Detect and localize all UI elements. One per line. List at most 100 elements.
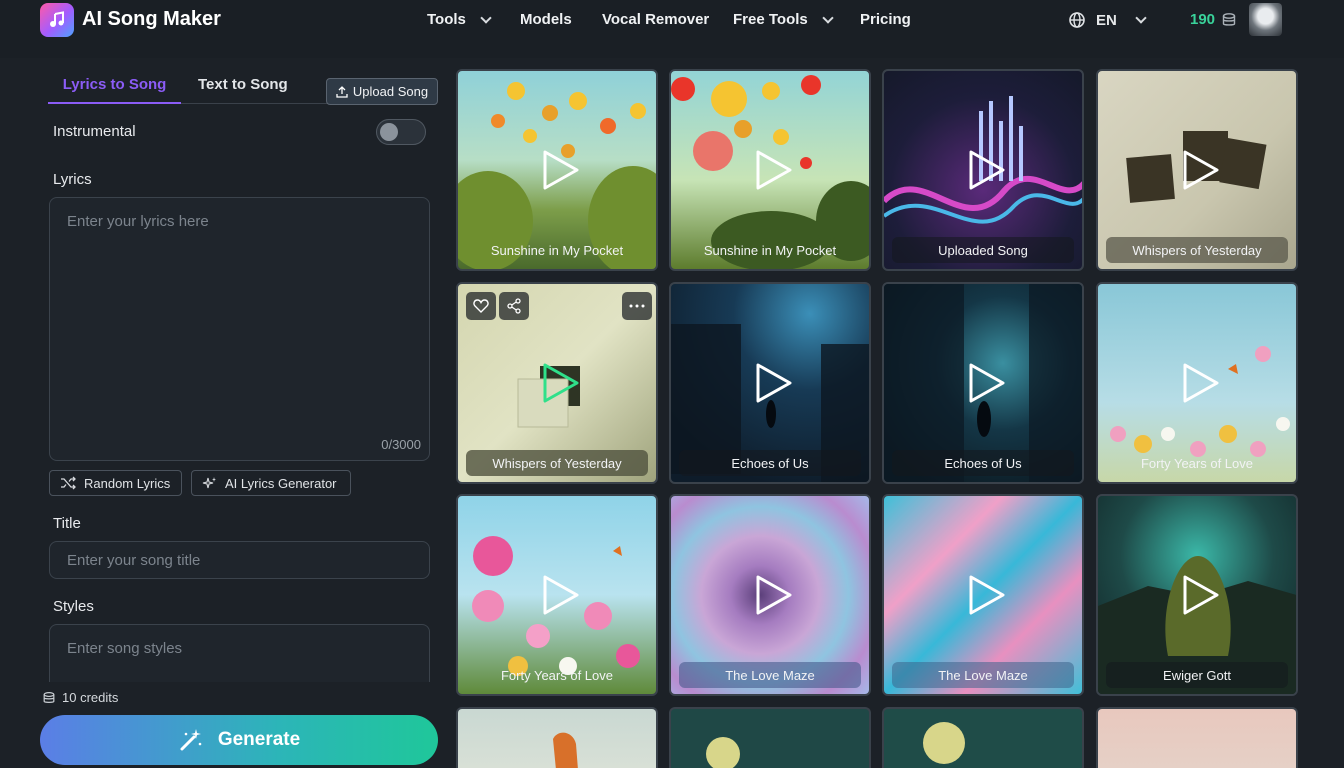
sparkle-icon [202, 476, 217, 491]
share-button[interactable] [499, 292, 529, 320]
ai-lyrics-generator-button[interactable]: AI Lyrics Generator [191, 470, 351, 496]
heart-icon [473, 298, 489, 314]
chevron-down-icon [480, 12, 491, 23]
song-title: Ewiger Gott [1106, 662, 1288, 688]
song-card[interactable] [669, 707, 871, 768]
mode-tabs: Lyrics to Song Text to Song Upload Song [48, 68, 430, 104]
nav-free-tools[interactable]: Free Tools [733, 11, 832, 28]
song-title: The Love Maze [892, 662, 1074, 688]
chevron-down-icon [1135, 12, 1146, 23]
play-icon[interactable] [1181, 575, 1221, 615]
styles-placeholder: Enter song styles [67, 640, 182, 657]
nav-tools[interactable]: Tools [427, 11, 490, 28]
song-card[interactable]: Sunshine in My Pocket [456, 69, 658, 271]
magic-wand-icon [178, 727, 204, 753]
nav-vocal-remover[interactable]: Vocal Remover [602, 11, 709, 28]
play-icon[interactable] [967, 150, 1007, 190]
lyrics-label: Lyrics [53, 171, 92, 188]
song-card[interactable]: Forty Years of Love [456, 494, 658, 696]
credits-balance[interactable]: 190 [1190, 11, 1237, 28]
upload-song-button[interactable]: Upload Song [326, 78, 438, 105]
song-card[interactable]: Sunshine in My Pocket [669, 69, 871, 271]
more-icon [629, 304, 645, 308]
coins-icon [1221, 12, 1237, 28]
song-card[interactable]: Echoes of Us [882, 282, 1084, 484]
nav-free-tools-label: Free Tools [733, 11, 808, 28]
tab-lyrics-to-song[interactable]: Lyrics to Song [48, 76, 181, 104]
song-card[interactable]: The Love Maze [669, 494, 871, 696]
play-icon[interactable] [1181, 363, 1221, 403]
song-title: Whispers of Yesterday [1106, 237, 1288, 263]
more-options-button[interactable] [622, 292, 652, 320]
song-card[interactable]: Forty Years of Love [1096, 282, 1298, 484]
styles-label: Styles [53, 598, 94, 615]
app-logo-icon[interactable] [40, 3, 74, 37]
title-input[interactable]: Enter your song title [49, 541, 430, 579]
song-card[interactable]: Whispers of Yesterday [1096, 69, 1298, 271]
play-icon[interactable] [541, 575, 581, 615]
song-title: Forty Years of Love [466, 662, 648, 688]
lyrics-placeholder: Enter your lyrics here [67, 213, 209, 230]
song-card[interactable] [456, 707, 658, 768]
play-icon[interactable] [967, 575, 1007, 615]
chevron-down-icon [822, 12, 833, 23]
random-lyrics-button[interactable]: Random Lyrics [49, 470, 182, 496]
song-card[interactable]: Echoes of Us [669, 282, 871, 484]
song-cover-art [458, 709, 658, 768]
upload-song-label: Upload Song [353, 84, 428, 99]
coins-icon [42, 691, 56, 705]
toggle-knob [380, 123, 398, 141]
credits-value: 190 [1190, 11, 1215, 28]
song-title: Uploaded Song [892, 237, 1074, 263]
tab-text-to-song[interactable]: Text to Song [198, 76, 288, 93]
random-lyrics-label: Random Lyrics [84, 476, 170, 491]
favorite-button[interactable] [466, 292, 496, 320]
credits-cost-label: 10 credits [62, 690, 118, 705]
song-title: Echoes of Us [892, 450, 1074, 476]
song-title: Echoes of Us [679, 450, 861, 476]
song-card[interactable]: Uploaded Song [882, 69, 1084, 271]
language-selector[interactable]: EN [1068, 11, 1145, 29]
upload-icon [336, 86, 348, 98]
nav-tools-label: Tools [427, 11, 466, 28]
song-title: Sunshine in My Pocket [466, 237, 648, 263]
app-title[interactable]: AI Song Maker [82, 8, 221, 31]
generate-label: Generate [218, 729, 300, 751]
song-cover-art [884, 709, 1084, 768]
song-card[interactable] [1096, 707, 1298, 768]
song-card[interactable]: Whispers of Yesterday [456, 282, 658, 484]
generate-button[interactable]: Generate [40, 715, 438, 765]
play-icon[interactable] [967, 363, 1007, 403]
ai-lyrics-generator-label: AI Lyrics Generator [225, 476, 337, 491]
nav-pricing[interactable]: Pricing [860, 11, 911, 28]
song-cover-art [671, 709, 871, 768]
song-card[interactable] [882, 707, 1084, 768]
play-icon[interactable] [541, 150, 581, 190]
shuffle-icon [60, 476, 76, 490]
language-label: EN [1096, 12, 1117, 29]
song-title: The Love Maze [679, 662, 861, 688]
avatar[interactable] [1249, 3, 1282, 36]
song-card[interactable]: Ewiger Gott [1096, 494, 1298, 696]
globe-icon [1068, 11, 1086, 29]
song-title: Whispers of Yesterday [466, 450, 648, 476]
title-label: Title [53, 515, 81, 532]
nav-models[interactable]: Models [520, 11, 572, 28]
play-icon[interactable] [754, 363, 794, 403]
styles-input[interactable]: Enter song styles [49, 624, 430, 682]
song-form-panel: Lyrics to Song Text to Song Upload Song … [40, 58, 440, 768]
lyrics-input[interactable]: Enter your lyrics here 0/3000 [49, 197, 430, 461]
song-card[interactable]: The Love Maze [882, 494, 1084, 696]
top-header: AI Song Maker Tools Models Vocal Remover… [0, 0, 1344, 58]
play-icon[interactable] [541, 363, 581, 403]
instrumental-toggle[interactable] [376, 119, 426, 145]
share-icon [506, 298, 522, 314]
play-icon[interactable] [754, 150, 794, 190]
play-icon[interactable] [1181, 150, 1221, 190]
song-title: Sunshine in My Pocket [679, 237, 861, 263]
instrumental-label: Instrumental [53, 123, 136, 140]
lyrics-char-counter: 0/3000 [381, 437, 421, 452]
play-icon[interactable] [754, 575, 794, 615]
generation-cost: 10 credits [42, 690, 118, 705]
song-title: Forty Years of Love [1106, 450, 1288, 476]
